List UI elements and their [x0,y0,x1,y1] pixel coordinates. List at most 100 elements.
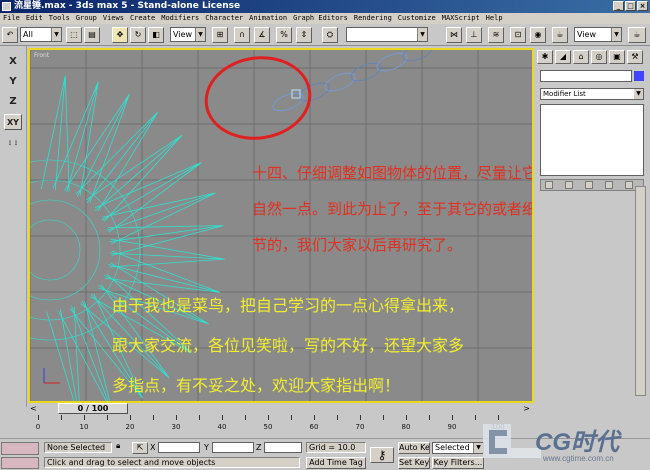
logo-brand: CG时代 [535,429,619,456]
select-object-icon[interactable]: ⬚ [66,27,82,43]
prev-frame-icon[interactable]: < [30,404,37,413]
annotation-line-red-3: 节的，我们大家以后再研究了。 [252,236,463,254]
z-coord-input[interactable] [264,442,302,453]
timeline-tick-label: 30 [171,423,181,431]
select-and-rotate-icon[interactable]: ↻ [130,27,146,43]
motion-tab-icon[interactable]: ◎ [591,50,607,64]
select-and-scale-icon[interactable]: ◧ [148,27,164,43]
timeline-tick-label: 20 [125,423,135,431]
menu-customize[interactable]: Customize [398,13,436,24]
x-coord-label: X [150,443,156,452]
set-key-icon[interactable]: ⚷ [370,447,394,463]
quick-render-icon[interactable]: ☕ [628,27,646,43]
menu-graph-editors[interactable]: Graph Editors [293,13,348,24]
track-view-icon[interactable]: ≋ [488,27,504,43]
annotation-line-yellow-1: 由于我也是菜鸟，把自己学习的一点心得拿出来， [112,296,465,315]
edit-named-selections-icon[interactable]: ⛭ [322,27,338,43]
mirror-icon[interactable]: ⋈ [446,27,462,43]
named-selection-dropdown[interactable]: ▼ [346,27,428,42]
next-frame-icon[interactable]: > [523,404,530,413]
object-color-swatch[interactable] [634,71,644,81]
undo-icon[interactable]: ↶ [2,27,18,43]
modifier-stack[interactable] [540,104,644,176]
snap-toggle-icon[interactable]: ∩ [234,27,250,43]
x-coord-input[interactable] [158,442,200,453]
menu-maxscript[interactable]: MAXScript [442,13,480,24]
absolute-mode-icon[interactable]: ⇱ [132,442,148,454]
align-icon[interactable]: ⊥ [466,27,482,43]
axis-x-button[interactable]: X [4,54,22,70]
modify-tab-icon[interactable]: ◢ [555,50,571,64]
select-and-move-icon[interactable]: ✥ [112,27,128,43]
create-tab-icon[interactable]: ✱ [537,50,553,64]
material-editor-icon[interactable]: ◉ [530,27,546,43]
remove-modifier-icon[interactable] [605,181,613,189]
menu-tools[interactable]: Tools [49,13,70,24]
menu-modifiers[interactable]: Modifiers [161,13,199,24]
hierarchy-tab-icon[interactable]: ⌂ [573,50,589,64]
menu-rendering[interactable]: Rendering [354,13,392,24]
set-key-button[interactable]: Set Key [398,457,430,469]
spinner-snap-icon[interactable]: ⇕ [296,27,312,43]
minimize-button[interactable]: _ [613,1,624,11]
show-end-result-icon[interactable] [565,181,573,189]
selection-filter-dropdown[interactable]: All ▼ [20,27,62,42]
timeline-tick [61,415,62,420]
selection-status: None Selected [44,442,112,453]
menu-edit[interactable]: Edit [26,13,43,24]
configure-modifier-sets-icon[interactable] [625,181,633,189]
lock-selection-icon[interactable]: 🔒︎ [116,441,120,451]
timeline-tick [406,415,407,420]
front-viewport[interactable]: Front 十四、仔细调整如图物体的位置，尽量让它 自然一点。到此为止了，至于其… [28,48,534,403]
timeline-tick [153,415,154,420]
maximize-button[interactable]: □ [625,1,636,11]
time-slider[interactable]: 0 / 100 [58,403,128,414]
timeline-tick-label: 70 [355,423,365,431]
render-type-dropdown[interactable]: View ▼ [574,27,622,42]
spike-wire [109,238,225,268]
axis-y-button[interactable]: Y [4,74,22,90]
stack-toolbar [540,179,644,191]
y-coord-input[interactable] [212,442,254,453]
world-axis-icon [43,368,60,384]
object-name-field[interactable] [540,70,632,82]
menu-create[interactable]: Create [130,13,155,24]
selection-filter-value: All [23,30,33,39]
timeline-tick [268,415,269,420]
reference-coordinate-dropdown[interactable]: View ▼ [170,27,206,42]
chevron-down-icon: ▼ [417,28,427,41]
add-time-tag-button[interactable]: Add Time Tag [306,457,366,469]
maxscript-listener-mini[interactable] [1,442,39,455]
spike-wire [107,225,224,256]
spike-wire [64,93,130,204]
menu-group[interactable]: Group [76,13,97,24]
timeline-tick [337,415,338,420]
make-unique-icon[interactable] [585,181,593,189]
pin-stack-icon[interactable] [545,181,553,189]
close-button[interactable]: × [637,1,648,11]
axis-z-button[interactable]: Z [4,94,22,110]
axis-xy-button[interactable]: XY [4,114,22,130]
modifier-list-dropdown[interactable]: Modifier List ▼ [540,88,644,100]
maxscript-listener-mini-2[interactable] [1,457,39,469]
schematic-view-icon[interactable]: ⊡ [510,27,526,43]
render-scene-icon[interactable]: ☕ [552,27,568,43]
command-panel-scrollbar[interactable] [635,186,646,396]
percent-snap-icon[interactable]: % [276,27,292,43]
time-slider-track[interactable]: < 0 / 100 > [28,403,534,415]
more-icon[interactable]: ⋮⋮ [4,136,22,147]
menu-character[interactable]: Character [205,13,243,24]
track-bar[interactable]: 0102030405060708090100 [28,415,534,435]
utilities-tab-icon[interactable]: ⚒ [627,50,643,64]
timeline-tick [383,415,384,420]
display-tab-icon[interactable]: ▣ [609,50,625,64]
menu-animation[interactable]: Animation [249,13,287,24]
spike-wire [104,250,220,293]
select-by-name-icon[interactable]: ▤ [84,27,100,43]
angle-snap-icon[interactable]: ∡ [254,27,270,43]
pivot-center-icon[interactable]: ⊞ [212,27,228,43]
menu-views[interactable]: Views [103,13,124,24]
auto-key-button[interactable]: Auto Key [398,442,430,454]
menu-file[interactable]: File [3,13,20,24]
menu-help[interactable]: Help [486,13,503,24]
